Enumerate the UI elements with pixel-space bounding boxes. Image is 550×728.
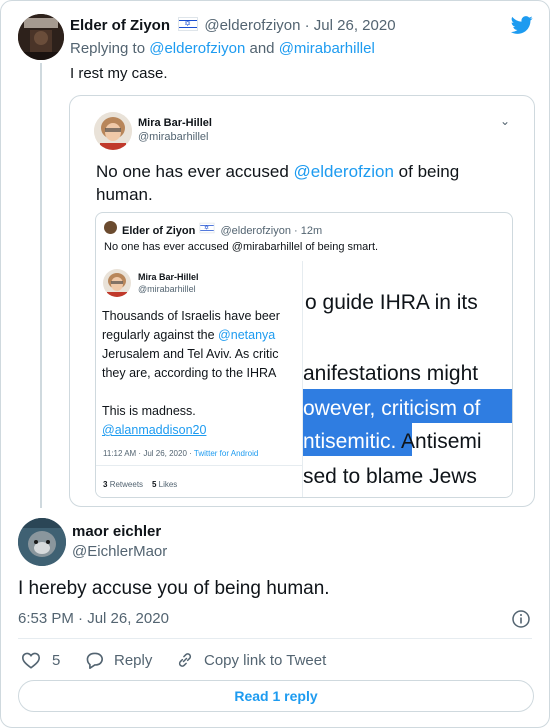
inner-elder-avatar[interactable] (104, 221, 117, 234)
maor-avatar-image (18, 518, 66, 566)
like-count: 5 (52, 651, 61, 669)
screenshot-line-2: regularly against the @netanya (102, 326, 302, 345)
replying-handle-2[interactable]: @mirabarhillel (279, 40, 375, 57)
screenshot-author-name: Mira Bar-Hillel (138, 272, 199, 282)
mira-avatar-image (94, 112, 132, 150)
tweet-date[interactable]: · Jul 26, 2020 (305, 17, 396, 34)
chevron-down-icon[interactable]: ⌄ (500, 114, 510, 128)
quoted-author-name[interactable]: Mira Bar-Hillel (138, 117, 212, 129)
heart-icon (21, 652, 41, 669)
doc-line-4-highlight: ntisemitic. (303, 430, 397, 453)
tweet-embed-card: Elder of Ziyon @elderofziyon · Jul 26, 2… (0, 0, 550, 728)
replying-to: Replying to @elderofziyon and @mirabarhi… (70, 40, 375, 57)
screenshot-stats: 3 Retweets 5 Likes (103, 480, 177, 489)
screenshot-retweets-label: Retweets (109, 480, 144, 489)
screenshot-meta-source: Twitter for Android (193, 449, 259, 458)
quoted-text: No one has ever accused @elderofzion of … (96, 160, 496, 206)
link-icon (178, 653, 192, 667)
doc-line-4: ntisemitic. Antisemi (303, 424, 482, 460)
inner-israel-flag-icon (199, 222, 215, 234)
inner-text: No one has ever accused @mirabarhillel o… (104, 241, 379, 253)
thread-line (40, 63, 42, 508)
screenshot-line-4: they are, according to the IHRA (102, 366, 277, 380)
screenshot-line-2-text: regularly against the (102, 328, 219, 342)
doc-line-2: anifestations might (303, 362, 479, 385)
mira-avatar[interactable] (94, 112, 132, 150)
tweet-text: I rest my case. (70, 65, 168, 82)
screenshot-likes-label: Likes (158, 480, 178, 489)
inner-time[interactable]: · 12m (294, 225, 322, 237)
author-handle[interactable]: @elderofziyon (204, 17, 300, 34)
copy-link-label: Copy link to Tweet (204, 651, 327, 669)
replying-handle-1[interactable]: @elderofziyon (149, 40, 245, 57)
inner-quoted-tweet[interactable]: Elder of Ziyon @elderofziyon · 12m No on… (95, 212, 513, 498)
inner-author-handle[interactable]: @elderofziyon (220, 225, 290, 237)
screenshot-meta: 11:12 AM · Jul 26, 2020 · Twitter for An… (103, 449, 258, 458)
doc-line-1: o guide IHRA in its (305, 291, 478, 314)
quoted-text-start: No one has ever accused (96, 162, 294, 181)
reply-bubble-icon (86, 652, 103, 669)
inner-header: Elder of Ziyon @elderofziyon · 12m (122, 221, 322, 237)
maor-avatar[interactable] (18, 518, 66, 566)
screenshot-link: @alanmaddison20 (102, 423, 207, 437)
elder-avatar-image (18, 14, 64, 60)
screenshot-likes-count: 5 (151, 480, 157, 489)
screenshot-mira-avatar (103, 269, 131, 297)
quoted-author-handle[interactable]: @mirabarhillel (138, 131, 208, 143)
screenshot-line-1: Thousands of Israelis have beer (102, 309, 280, 323)
screenshot-body: Thousands of Israelis have beer regularl… (102, 307, 302, 440)
reply-button[interactable]: Reply (84, 651, 152, 669)
read-replies-button[interactable]: Read 1 reply (18, 680, 534, 712)
replying-prefix: Replying to (70, 40, 146, 57)
screenshot-line-5: This is madness. (102, 404, 196, 418)
screenshot-mention: @netanya (218, 328, 276, 342)
screenshot-line-3: Jerusalem and Tel Aviv. As critic (102, 347, 279, 361)
tweet-header: Elder of Ziyon @elderofziyon · Jul 26, 2… (70, 17, 396, 34)
screenshot-author-handle: @mirabarhillel (138, 284, 196, 294)
screenshot-document-fragment: o guide IHRA in its anifestations might … (303, 261, 512, 497)
copy-link-button[interactable]: Copy link to Tweet (175, 651, 326, 669)
screenshot-retweets-count: 3 (103, 480, 108, 489)
info-icon[interactable] (512, 610, 530, 628)
doc-line-4-rest: Antisemi (396, 430, 482, 453)
screenshot-meta-time: 11:12 AM · Jul 26, 2020 · (103, 449, 194, 458)
author-name[interactable]: Elder of Ziyon (70, 17, 170, 34)
reply-author-handle[interactable]: @EichlerMaor (72, 543, 167, 560)
like-button[interactable]: 5 (21, 651, 60, 669)
replying-and: and (249, 40, 275, 57)
inner-author-name[interactable]: Elder of Ziyon (122, 225, 195, 237)
doc-line-5: sed to blame Jews (303, 465, 477, 488)
reply-timestamp[interactable]: 6:53 PM · Jul 26, 2020 (18, 610, 169, 627)
reply-text: I hereby accuse you of being human. (18, 578, 330, 599)
israel-flag-icon (178, 17, 199, 31)
reply-label: Reply (114, 651, 153, 669)
reply-author-name[interactable]: maor eichler (72, 523, 161, 540)
elder-avatar[interactable] (18, 14, 64, 60)
screenshot-tweet-panel: Mira Bar-Hillel @mirabarhillel Thousands… (96, 261, 303, 497)
screenshot-divider (96, 465, 302, 466)
action-divider (18, 638, 532, 639)
twitter-bird-icon[interactable] (509, 14, 535, 36)
quoted-mention-link[interactable]: @elderofzion (294, 162, 394, 181)
